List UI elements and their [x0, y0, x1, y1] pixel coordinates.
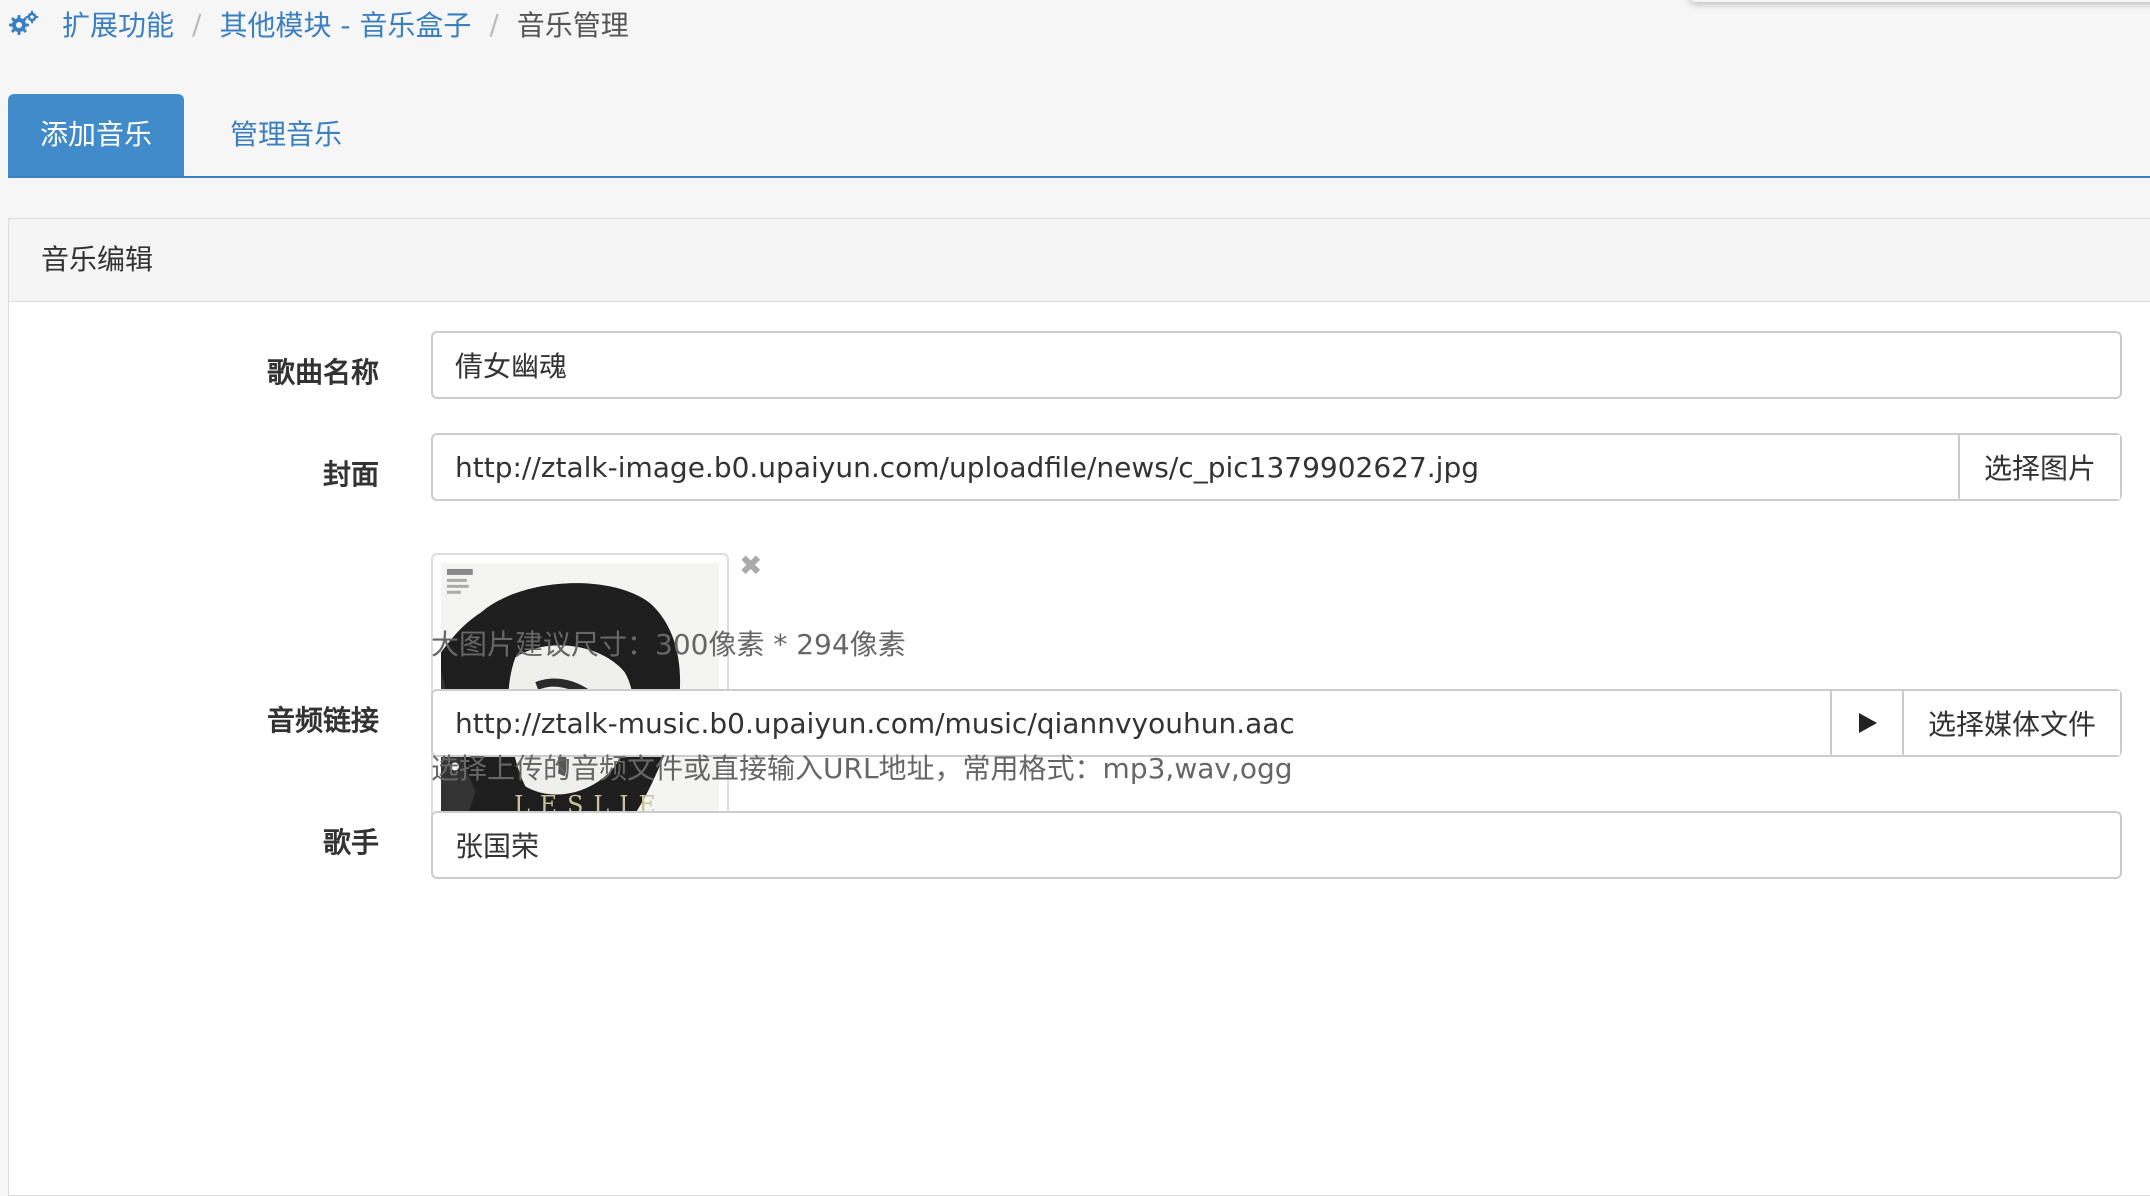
- select-media-button[interactable]: 选择媒体文件: [1902, 691, 2120, 755]
- close-icon[interactable]: ✖: [739, 549, 762, 582]
- breadcrumb-current: 音乐管理: [516, 9, 629, 42]
- tab-manage-music[interactable]: 管理音乐: [198, 94, 374, 176]
- singer-input[interactable]: 张国荣: [431, 811, 2122, 879]
- play-icon: [1859, 713, 1877, 733]
- breadcrumb-separator: /: [192, 7, 202, 41]
- gears-icon: [9, 10, 39, 35]
- audio-help-text: 选择上传的音频文件或直接输入URL地址，常用格式：mp3,wav,ogg: [431, 752, 1293, 785]
- cover-help-text: 大图片建议尺寸：300像素 * 294像素: [431, 628, 906, 661]
- tab-add-music[interactable]: 添加音乐: [8, 94, 184, 176]
- breadcrumb-separator: /: [489, 7, 499, 41]
- play-button[interactable]: [1830, 691, 1902, 755]
- song-name-value: 倩女幽魂: [455, 350, 568, 383]
- cover-label: 封面: [322, 458, 379, 491]
- music-edit-panel: 音乐编辑 歌曲名称 倩女幽魂 封面 http://ztalk-image.b0.…: [8, 218, 2150, 1196]
- singer-label: 歌手: [322, 826, 379, 859]
- breadcrumb-item-music-box[interactable]: 其他模块 - 音乐盒子: [219, 4, 471, 44]
- audio-url-value: http://ztalk-music.b0.upaiyun.com/music/…: [455, 706, 1295, 740]
- breadcrumb: 扩展功能 / 其他模块 - 音乐盒子 / 音乐管理: [8, 4, 629, 44]
- song-name-label: 歌曲名称: [266, 356, 379, 389]
- top-shadow: [1690, 0, 2150, 2]
- song-name-input[interactable]: 倩女幽魂: [431, 331, 2122, 399]
- cover-url-input[interactable]: http://ztalk-image.b0.upaiyun.com/upload…: [431, 433, 2122, 501]
- breadcrumb-item-extensions[interactable]: 扩展功能: [62, 4, 174, 44]
- audio-link-label: 音频链接: [266, 704, 379, 737]
- panel-title: 音乐编辑: [9, 219, 2150, 302]
- tab-bar: 添加音乐 管理音乐: [8, 94, 2150, 178]
- select-image-button[interactable]: 选择图片: [1958, 435, 2120, 499]
- cover-url-value: http://ztalk-image.b0.upaiyun.com/upload…: [455, 450, 1480, 484]
- singer-value: 张国荣: [455, 830, 540, 863]
